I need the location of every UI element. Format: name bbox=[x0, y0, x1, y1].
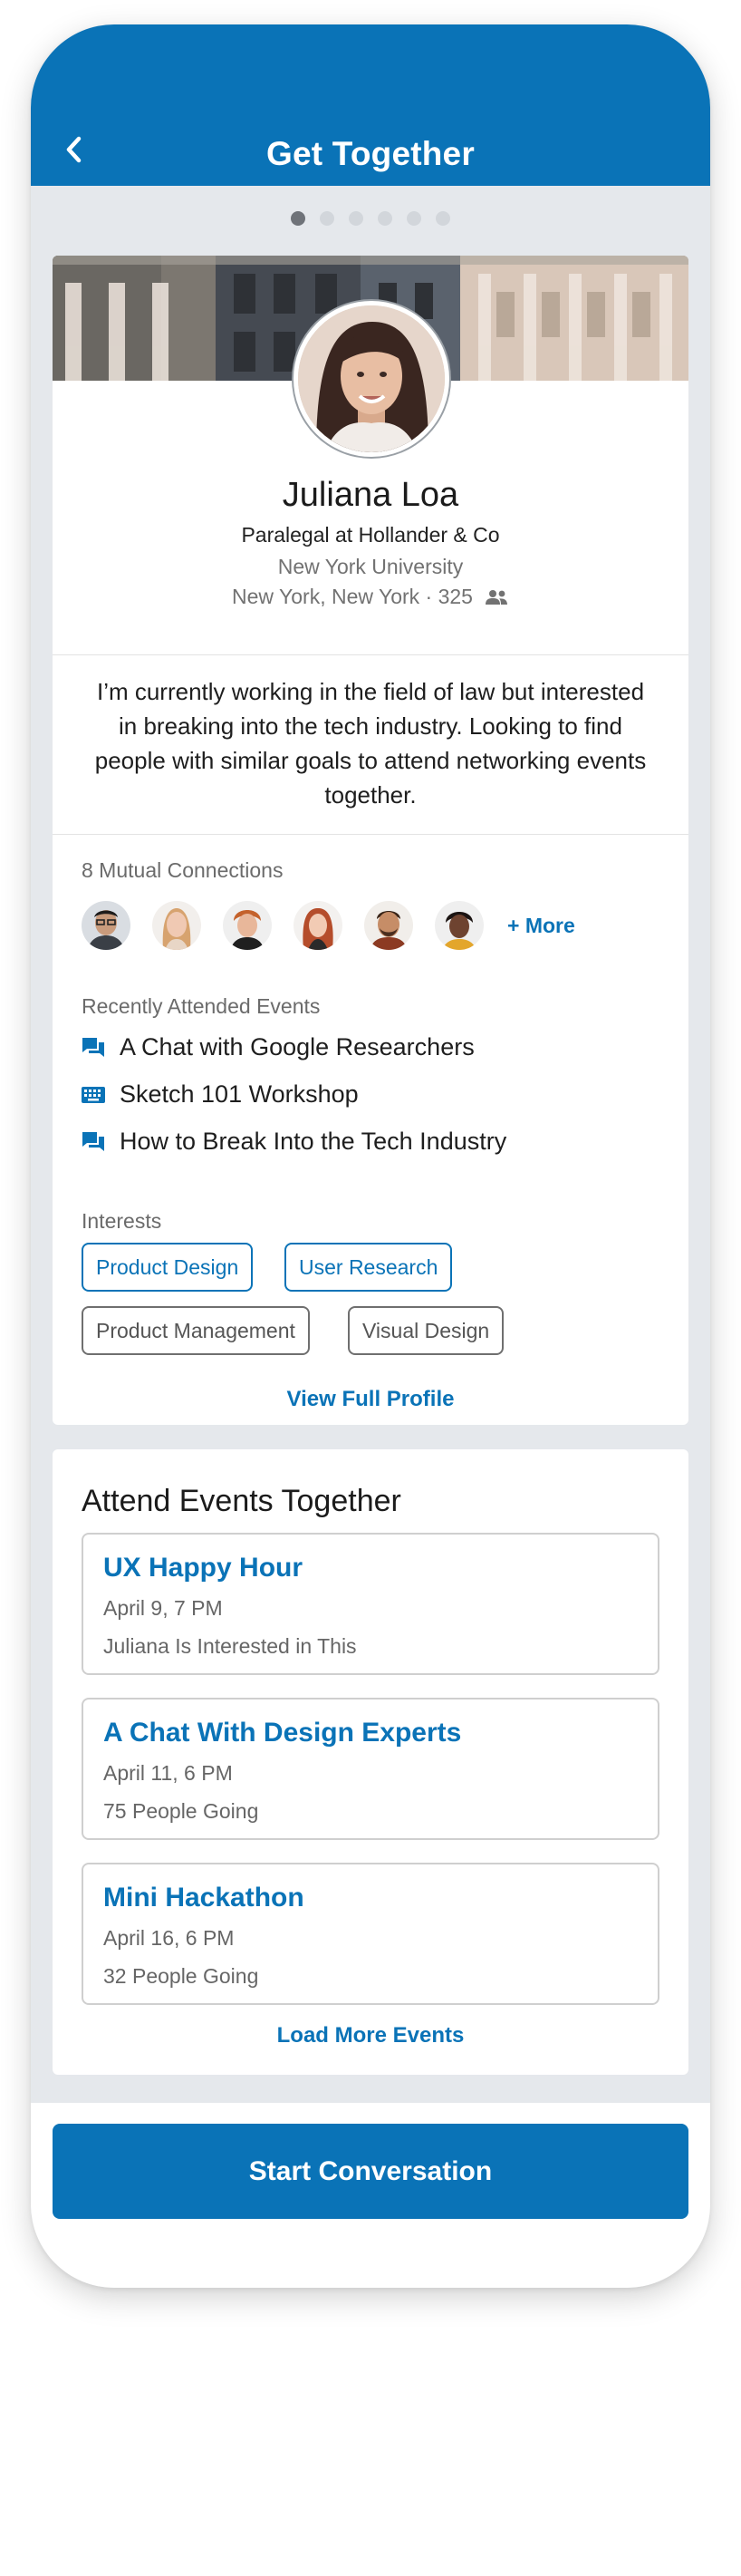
profile-card: Juliana Loa Paralegal at Hollander & Co … bbox=[53, 256, 688, 1425]
event-date: April 11, 6 PM bbox=[103, 1761, 233, 1785]
recent-event-item[interactable]: Sketch 101 Workshop bbox=[82, 1080, 359, 1109]
page-dot-1[interactable] bbox=[291, 211, 305, 226]
mutual-avatar[interactable] bbox=[364, 901, 413, 950]
event-status: 75 People Going bbox=[103, 1799, 259, 1823]
page-indicator bbox=[31, 211, 710, 226]
profile-avatar[interactable] bbox=[294, 301, 449, 457]
event-title: A Chat With Design Experts bbox=[103, 1718, 462, 1748]
page-dot-6[interactable] bbox=[436, 211, 450, 226]
event-card[interactable]: UX Happy Hour April 9, 7 PM Juliana Is I… bbox=[82, 1533, 659, 1675]
page-dot-5[interactable] bbox=[407, 211, 421, 226]
recent-event-title: A Chat with Google Researchers bbox=[120, 1033, 475, 1060]
interest-chip-product-management[interactable]: Product Management bbox=[82, 1306, 310, 1355]
interest-chip-user-research[interactable]: User Research bbox=[284, 1243, 453, 1292]
chat-icon bbox=[82, 1130, 105, 1154]
profile-headline: Paralegal at Hollander & Co bbox=[241, 523, 500, 547]
recent-event-title: How to Break Into the Tech Industry bbox=[120, 1128, 507, 1155]
events-title: Attend Events Together bbox=[82, 1484, 401, 1518]
event-title: Mini Hackathon bbox=[103, 1883, 304, 1913]
profile-photo bbox=[298, 305, 445, 452]
event-status: Juliana Is Interested in This bbox=[103, 1634, 357, 1658]
interest-chip-product-design[interactable]: Product Design bbox=[82, 1243, 254, 1292]
phone-frame: Get Together Juliana Loa Paralegal at Ho… bbox=[31, 24, 710, 2288]
interest-chip-visual-design[interactable]: Visual Design bbox=[348, 1306, 505, 1355]
people-icon bbox=[485, 589, 507, 605]
page-dot-4[interactable] bbox=[378, 211, 392, 226]
profile-school: New York University bbox=[277, 555, 464, 578]
mutual-avatar[interactable] bbox=[152, 901, 201, 950]
mutual-avatar[interactable] bbox=[223, 901, 272, 950]
event-date: April 16, 6 PM bbox=[103, 1926, 235, 1950]
chat-icon bbox=[82, 1036, 105, 1060]
profile-name: Juliana Loa bbox=[282, 476, 459, 514]
load-more-events-link[interactable]: Load More Events bbox=[53, 2023, 688, 2048]
recent-event-item[interactable]: How to Break Into the Tech Industry bbox=[82, 1128, 506, 1156]
profile-bio: I’m currently working in the field of la… bbox=[94, 678, 647, 809]
event-date: April 9, 7 PM bbox=[103, 1596, 223, 1620]
view-full-profile-link[interactable]: View Full Profile bbox=[53, 1387, 688, 1412]
event-card[interactable]: Mini Hackathon April 16, 6 PM 32 People … bbox=[82, 1863, 659, 2005]
page-dot-2[interactable] bbox=[320, 211, 334, 226]
divider bbox=[53, 834, 688, 835]
divider bbox=[53, 654, 688, 655]
more-connections-link[interactable]: + More bbox=[507, 914, 575, 938]
recent-event-title: Sketch 101 Workshop bbox=[120, 1080, 359, 1108]
mutual-avatar[interactable] bbox=[82, 901, 130, 950]
profile-location: New York, New York · 325 bbox=[53, 585, 688, 609]
bottom-action-bar: Start Conversation bbox=[31, 2103, 710, 2288]
recent-event-item[interactable]: A Chat with Google Researchers bbox=[82, 1033, 475, 1061]
event-status: 32 People Going bbox=[103, 1964, 259, 1988]
mutual-avatar[interactable] bbox=[435, 901, 484, 950]
page-dot-3[interactable] bbox=[349, 211, 363, 226]
event-title: UX Happy Hour bbox=[103, 1553, 303, 1583]
location-text: New York, New York · 325 bbox=[232, 585, 473, 608]
event-card[interactable]: A Chat With Design Experts April 11, 6 P… bbox=[82, 1698, 659, 1840]
start-conversation-button[interactable]: Start Conversation bbox=[53, 2124, 688, 2219]
mutual-connections-label: 8 Mutual Connections bbox=[82, 858, 284, 882]
app-header: Get Together bbox=[31, 24, 710, 186]
mutual-connections-row: + More bbox=[82, 901, 575, 950]
page-title: Get Together bbox=[266, 135, 475, 172]
keyboard-icon bbox=[82, 1083, 105, 1107]
interests-label: Interests bbox=[82, 1209, 162, 1233]
mutual-avatar[interactable] bbox=[294, 901, 342, 950]
recent-events-label: Recently Attended Events bbox=[82, 994, 321, 1018]
events-card: Attend Events Together UX Happy Hour Apr… bbox=[53, 1449, 688, 2075]
